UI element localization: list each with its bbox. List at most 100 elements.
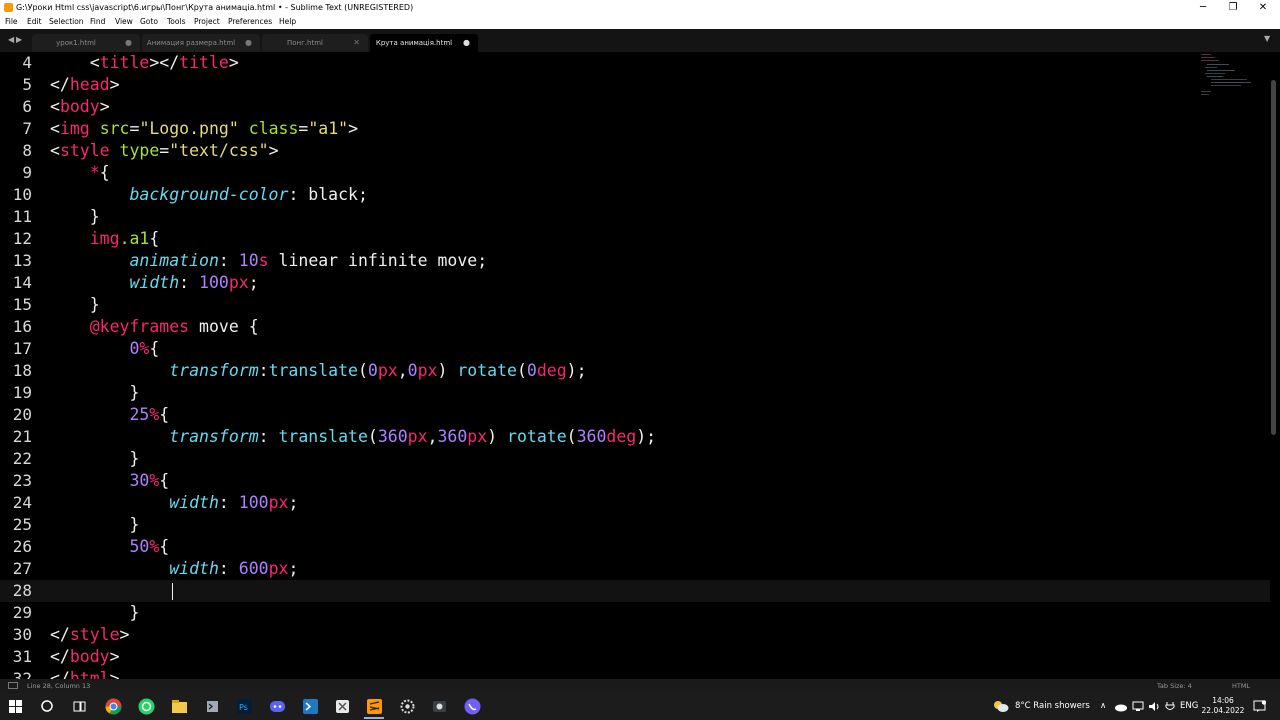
menu-goto[interactable]: Goto [140,15,158,29]
line-number: 5 [22,75,32,94]
syntax-mode[interactable]: HTML [1232,679,1250,693]
tab-label: Анимация размера.html [146,39,236,47]
tab-next-button[interactable]: ▶ [16,35,22,44]
code-line: transform: translate(360px,360px) rotate… [169,427,657,446]
line-number: 26 [12,537,32,556]
chrome-icon[interactable] [104,697,123,716]
weather-text[interactable]: 8°C Rain showers [1015,693,1090,720]
tab-bar: ◀ ▶ урок1.html ● Анимация размера.html ●… [0,29,1280,52]
sublime-text-icon[interactable] [365,697,384,716]
tab-urok1[interactable]: урок1.html ● [32,34,140,52]
tab-size[interactable]: Tab Size: 4 [1157,679,1192,693]
menu-preferences[interactable]: Preferences [228,15,272,29]
menu-edit[interactable]: Edit [27,15,42,29]
vpn-app-icon[interactable] [333,697,352,716]
code-line: } [89,207,100,226]
unsaved-dot-icon: ● [463,38,470,47]
clock-time: 14:06 [1212,696,1234,705]
line-number: 27 [12,559,32,578]
line-number: 8 [22,141,32,160]
photoshop-icon[interactable]: Ps [235,697,254,716]
show-hidden-icons-button[interactable]: ∧ [1100,693,1106,720]
code-line: *{ [89,163,110,182]
tab-animation-size[interactable]: Анимация размера.html ● [142,34,260,52]
whatsapp-icon[interactable] [137,697,156,716]
vertical-scrollbar[interactable] [1271,80,1276,435]
code-line: <body> [50,97,110,116]
line-number: 9 [22,163,32,182]
menu-find[interactable]: Find [90,15,105,29]
code-line: </head> [50,75,120,94]
line-number: 19 [12,383,32,402]
settings-icon[interactable] [398,697,417,716]
line-number: 6 [22,97,32,116]
code-line: 0%{ [129,339,160,358]
discord-icon[interactable] [268,697,287,716]
code-line: } [89,295,100,314]
vscode-icon[interactable] [301,697,320,716]
windows-terminal-icon[interactable] [203,697,222,716]
code-line: width: 100px; [129,273,259,292]
windows-start-icon[interactable] [6,697,25,716]
volume-icon[interactable] [1148,701,1160,712]
line-number: 24 [12,493,32,512]
text-cursor [172,583,173,600]
network-icon[interactable] [1132,701,1144,712]
menu-view[interactable]: View [115,15,133,29]
menu-help[interactable]: Help [279,15,296,29]
tab-label: урок1.html [56,39,96,47]
tab-kruta-animatsiya[interactable]: Крута анимація.html ● [370,34,478,52]
code-line: <title></title> [89,53,239,72]
line-number-gutter: 4 5 6 7 8 9 10 11 12 13 14 15 16 17 18 1… [0,52,46,679]
task-view-icon[interactable] [70,697,89,716]
menu-project[interactable]: Project [194,15,220,29]
code-line: } [129,515,140,534]
clock-date: 22.04.2022 [1201,706,1245,715]
code-line: } [129,383,140,402]
app-icon[interactable] [430,697,449,716]
file-explorer-icon[interactable] [170,697,189,716]
minimap[interactable] [1197,52,1267,97]
menu-bar: File Edit Selection Find View Goto Tools… [0,15,1280,29]
line-number: 23 [12,471,32,490]
menu-selection[interactable]: Selection [49,15,84,29]
line-number: 16 [12,317,32,336]
line-number: 28 [12,581,32,600]
battery-plug-icon[interactable] [1164,701,1176,712]
viber-icon[interactable] [463,697,482,716]
weather-cloud-icon [994,701,1009,712]
line-number: 7 [22,119,32,138]
code-line: </body> [50,647,120,666]
cloud-icon[interactable] [1114,702,1128,712]
line-number: 30 [12,625,32,644]
code-line: img.a1{ [89,229,160,248]
tab-prev-button[interactable]: ◀ [8,35,14,44]
window-title: G:\Уроки Html css\javascript\6.игры\Понг… [16,3,414,12]
windows-taskbar: Ps 8°C Rain showers ∧ ENG 14:06 22.04.20… [0,693,1280,720]
title-bar: G:\Уроки Html css\javascript\6.игры\Понг… [0,0,1280,15]
code-line: transform:translate(0px,0px) rotate(0deg… [169,361,587,380]
menu-tools[interactable]: Tools [167,15,185,29]
taskbar-clock[interactable]: 14:06 22.04.2022 [1200,696,1246,716]
code-line: } [129,603,140,622]
menu-file[interactable]: File [5,15,18,29]
line-number: 21 [12,427,32,446]
search-icon[interactable] [38,697,57,716]
code-line: 30%{ [129,471,170,490]
minimize-button[interactable]: ─ [1188,0,1218,15]
panel-toggle-icon[interactable] [8,682,18,689]
tab-label: Понг.html [287,39,323,47]
tab-pong[interactable]: Понг.html ✕ [262,34,368,52]
close-tab-icon[interactable]: ✕ [353,34,360,52]
line-number: 17 [12,339,32,358]
close-button[interactable]: ✕ [1248,0,1278,15]
code-line: @keyframes move { [89,317,259,336]
code-line: width: 600px; [169,559,299,578]
code-line: </html> [50,669,120,679]
tab-list-dropdown-icon[interactable]: ▼ [1264,34,1270,43]
input-language[interactable]: ENG [1180,693,1198,720]
notifications-icon[interactable] [1253,700,1266,713]
active-app-indicator [364,717,384,719]
maximize-button[interactable]: ❐ [1218,0,1248,15]
code-editor[interactable]: 4 5 6 7 8 9 10 11 12 13 14 15 16 17 18 1… [0,52,1280,679]
